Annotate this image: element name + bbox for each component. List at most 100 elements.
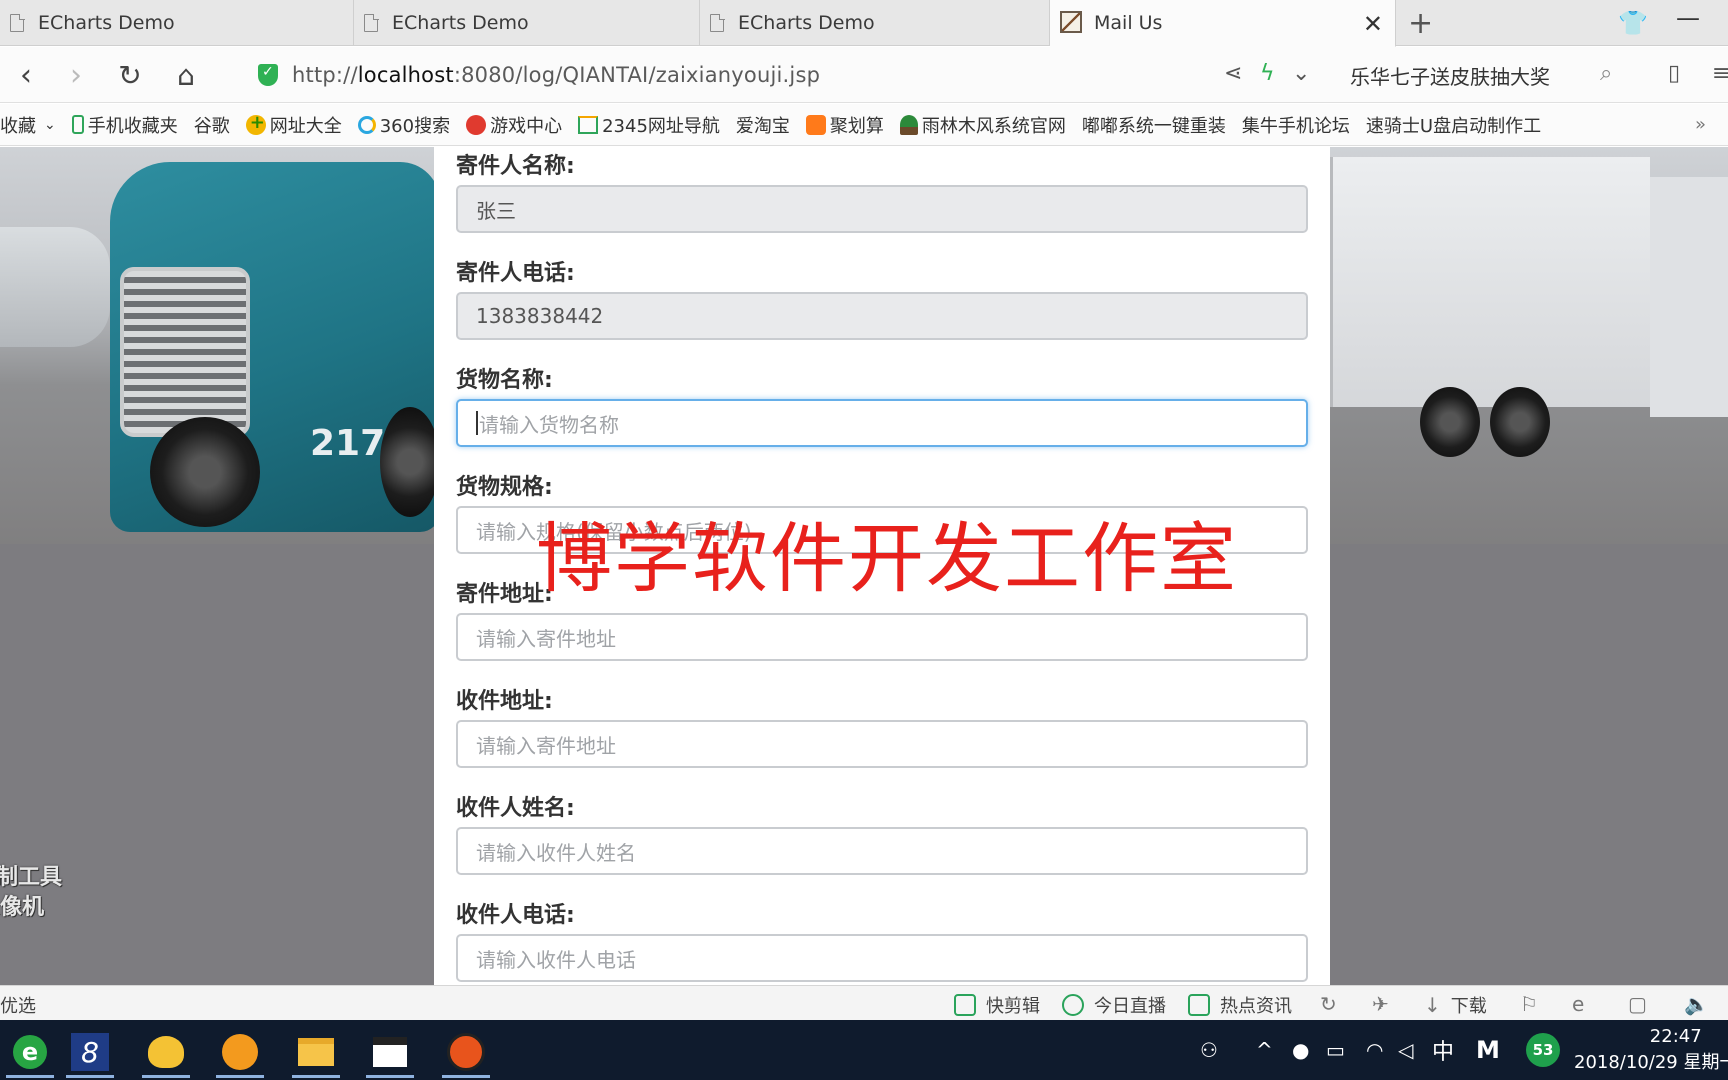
- browser-status-bar: 优选 快剪辑 今日直播 热点资讯 ↻ ✈ ↓ 下载 ⚐ e ▢ 🔈: [0, 985, 1728, 1020]
- forward-icon[interactable]: ›: [56, 55, 96, 95]
- bookmark-item[interactable]: 集牛手机论坛: [0, 112, 1350, 268]
- clock[interactable]: 22:47 2018/10/29 星期一: [1574, 1024, 1728, 1076]
- bookmark-item[interactable]: 谷歌: [0, 112, 230, 268]
- live-button[interactable]: 今日直播: [1062, 992, 1166, 1018]
- qq-icon[interactable]: ●: [1292, 1020, 1309, 1080]
- bookmark-item[interactable]: 爱淘宝: [0, 112, 790, 268]
- recorder-watermark: 录制工具 录像机: [0, 863, 62, 923]
- bookmarks-menu-label: 收藏: [0, 115, 36, 137]
- quick-edit-button[interactable]: 快剪辑: [954, 992, 1040, 1018]
- tab-strip: ECharts Demo ECharts Demo ECharts Demo M…: [0, 0, 1728, 47]
- url-field[interactable]: http://localhost:8080/log/QIANTAI/zaixia…: [258, 55, 1188, 95]
- people-icon[interactable]: ⚇: [1200, 1020, 1218, 1080]
- bookmark-item[interactable]: 网址大全: [245, 112, 342, 138]
- field-label: 收件地址:: [456, 689, 553, 714]
- tao-icon: [805, 114, 826, 135]
- mail-form: 寄件人名称: 张三 寄件人电话: 1383838442 货物名称: 请输入货物名…: [434, 147, 1330, 985]
- browser-window: ECharts Demo ECharts Demo ECharts Demo M…: [0, 0, 1728, 1080]
- bookmarks-menu[interactable]: 收藏 ⌄: [0, 112, 56, 138]
- bookmark-label: 聚划算: [829, 115, 884, 137]
- search-icon[interactable]: ⌕: [1600, 61, 1612, 86]
- page-icon: [710, 13, 725, 32]
- chevron-down-icon[interactable]: ⌄: [1292, 61, 1310, 86]
- ime-indicator[interactable]: 中: [1432, 1020, 1454, 1080]
- receiver-phone-field: 收件人电话: 请输入收件人电话: [456, 900, 1308, 982]
- clock-date: 2018/10/29 星期一: [1574, 1052, 1728, 1073]
- windows-taskbar: e 8 ⚇ ^ ● ▭ ◠ ◁ 中 M 53 22:47 2018/10/29 …: [0, 1020, 1728, 1080]
- tank-trailer-shape: [0, 227, 110, 347]
- status-item-label: 热点资讯: [1220, 996, 1292, 1017]
- wifi-icon[interactable]: ◠: [1366, 1020, 1383, 1080]
- flag-icon[interactable]: ⚐: [1520, 992, 1538, 1016]
- bookmark-item[interactable]: 嘟嘟系统一键重装: [0, 112, 1226, 268]
- tab-echarts-1[interactable]: ECharts Demo: [0, 0, 354, 46]
- share-icon[interactable]: ⋖: [1224, 61, 1242, 86]
- menu-icon[interactable]: ≡: [1712, 61, 1728, 86]
- bookmark-label: 嘟嘟系统一键重装: [1081, 115, 1226, 137]
- taskbar-app-recorder[interactable]: [436, 1026, 496, 1078]
- bookmark-item[interactable]: 聚划算: [805, 112, 884, 138]
- minimize-icon[interactable]: —: [1676, 4, 1700, 32]
- bookmark-label: 谷歌: [193, 115, 230, 137]
- lightning-icon[interactable]: ϟ: [1260, 61, 1275, 86]
- wheel-shape: [1490, 387, 1550, 457]
- tablet-icon[interactable]: ▯: [1668, 61, 1680, 86]
- chevron-up-icon[interactable]: ^: [1256, 1020, 1273, 1080]
- home-icon[interactable]: ⌂: [166, 55, 206, 95]
- taskbar-app-yellow[interactable]: [136, 1026, 196, 1078]
- wheel-shape: [150, 417, 260, 527]
- bookmark-item[interactable]: 360搜索: [357, 112, 450, 138]
- pin-icon[interactable]: ✈: [1372, 992, 1389, 1016]
- window-icon[interactable]: ▢: [1628, 992, 1647, 1016]
- receiver-name-input[interactable]: 请输入收件人姓名: [456, 827, 1308, 875]
- download-button[interactable]: ↓ 下载: [1424, 992, 1487, 1018]
- back-icon[interactable]: ‹: [6, 55, 46, 95]
- receiver-address-input[interactable]: 请输入寄件地址: [456, 720, 1308, 768]
- taskbar-app-orange[interactable]: [210, 1026, 270, 1078]
- bookmark-item[interactable]: 游戏中心: [466, 112, 562, 138]
- tab-echarts-3[interactable]: ECharts Demo: [700, 0, 1050, 46]
- taskbar-app-browser[interactable]: e: [0, 1026, 60, 1078]
- sender-address-input[interactable]: 请输入寄件地址: [456, 613, 1308, 661]
- m-icon[interactable]: M: [1476, 1020, 1500, 1080]
- volume-icon[interactable]: 🔈: [1684, 992, 1709, 1016]
- tab-label: ECharts Demo: [392, 12, 529, 34]
- new-tab-icon[interactable]: +: [1408, 6, 1433, 41]
- scissors-icon: [954, 994, 976, 1016]
- bookmark-item[interactable]: 速骑士U盘启动制作工: [0, 112, 1541, 268]
- bookmark-item[interactable]: 2345网址导航: [578, 112, 720, 138]
- history-icon[interactable]: ↻: [1320, 992, 1337, 1016]
- shirt-icon[interactable]: 👕: [1618, 9, 1648, 37]
- speaker-icon[interactable]: ◁: [1398, 1020, 1413, 1080]
- taskbar-app-explorer[interactable]: [286, 1026, 346, 1078]
- tab-mail-us[interactable]: Mail Us ✕: [1050, 0, 1396, 47]
- taskbar-app-video[interactable]: [360, 1026, 420, 1078]
- news-button[interactable]: 热点资讯: [1188, 992, 1292, 1018]
- search-box[interactable]: 乐华七子送皮肤抽大奖: [1350, 55, 1620, 95]
- search360-icon: [357, 115, 376, 134]
- battery-icon[interactable]: ▭: [1326, 1020, 1345, 1080]
- bookmark-item[interactable]: 手机收藏夹: [71, 112, 178, 138]
- page-icon: [10, 13, 25, 32]
- status-item-label: 今日直播: [1094, 996, 1166, 1017]
- reload-icon[interactable]: ↻: [110, 55, 150, 95]
- phone-icon: [71, 115, 84, 134]
- recorder-watermark-line: 录像机: [0, 895, 45, 920]
- status-item-label: 快剪辑: [986, 996, 1040, 1017]
- close-tab-icon[interactable]: ✕: [1363, 10, 1383, 38]
- taskbar-app-8[interactable]: 8: [60, 1026, 120, 1078]
- goods-name-field: 货物名称: 请输入货物名称: [456, 365, 1308, 447]
- status-item-label: 下载: [1450, 996, 1487, 1017]
- ie-mode-icon[interactable]: e: [1572, 992, 1584, 1016]
- trailer-shape: [1650, 177, 1728, 417]
- security-badge[interactable]: 53: [1526, 1020, 1560, 1080]
- input-placeholder: 请输入货物名称: [479, 412, 619, 437]
- tab-echarts-2[interactable]: ECharts Demo: [354, 0, 700, 46]
- field-label: 货物名称:: [456, 368, 553, 393]
- goods-name-input[interactable]: 请输入货物名称: [456, 399, 1308, 447]
- receiver-phone-input[interactable]: 请输入收件人电话: [456, 934, 1308, 982]
- bookmark-item[interactable]: 雨林木风系统官网: [899, 112, 1066, 138]
- sender-phone-input[interactable]: 1383838442: [456, 292, 1308, 340]
- more-bookmarks-icon[interactable]: »: [1695, 114, 1706, 135]
- sender-name-input[interactable]: 张三: [456, 185, 1308, 233]
